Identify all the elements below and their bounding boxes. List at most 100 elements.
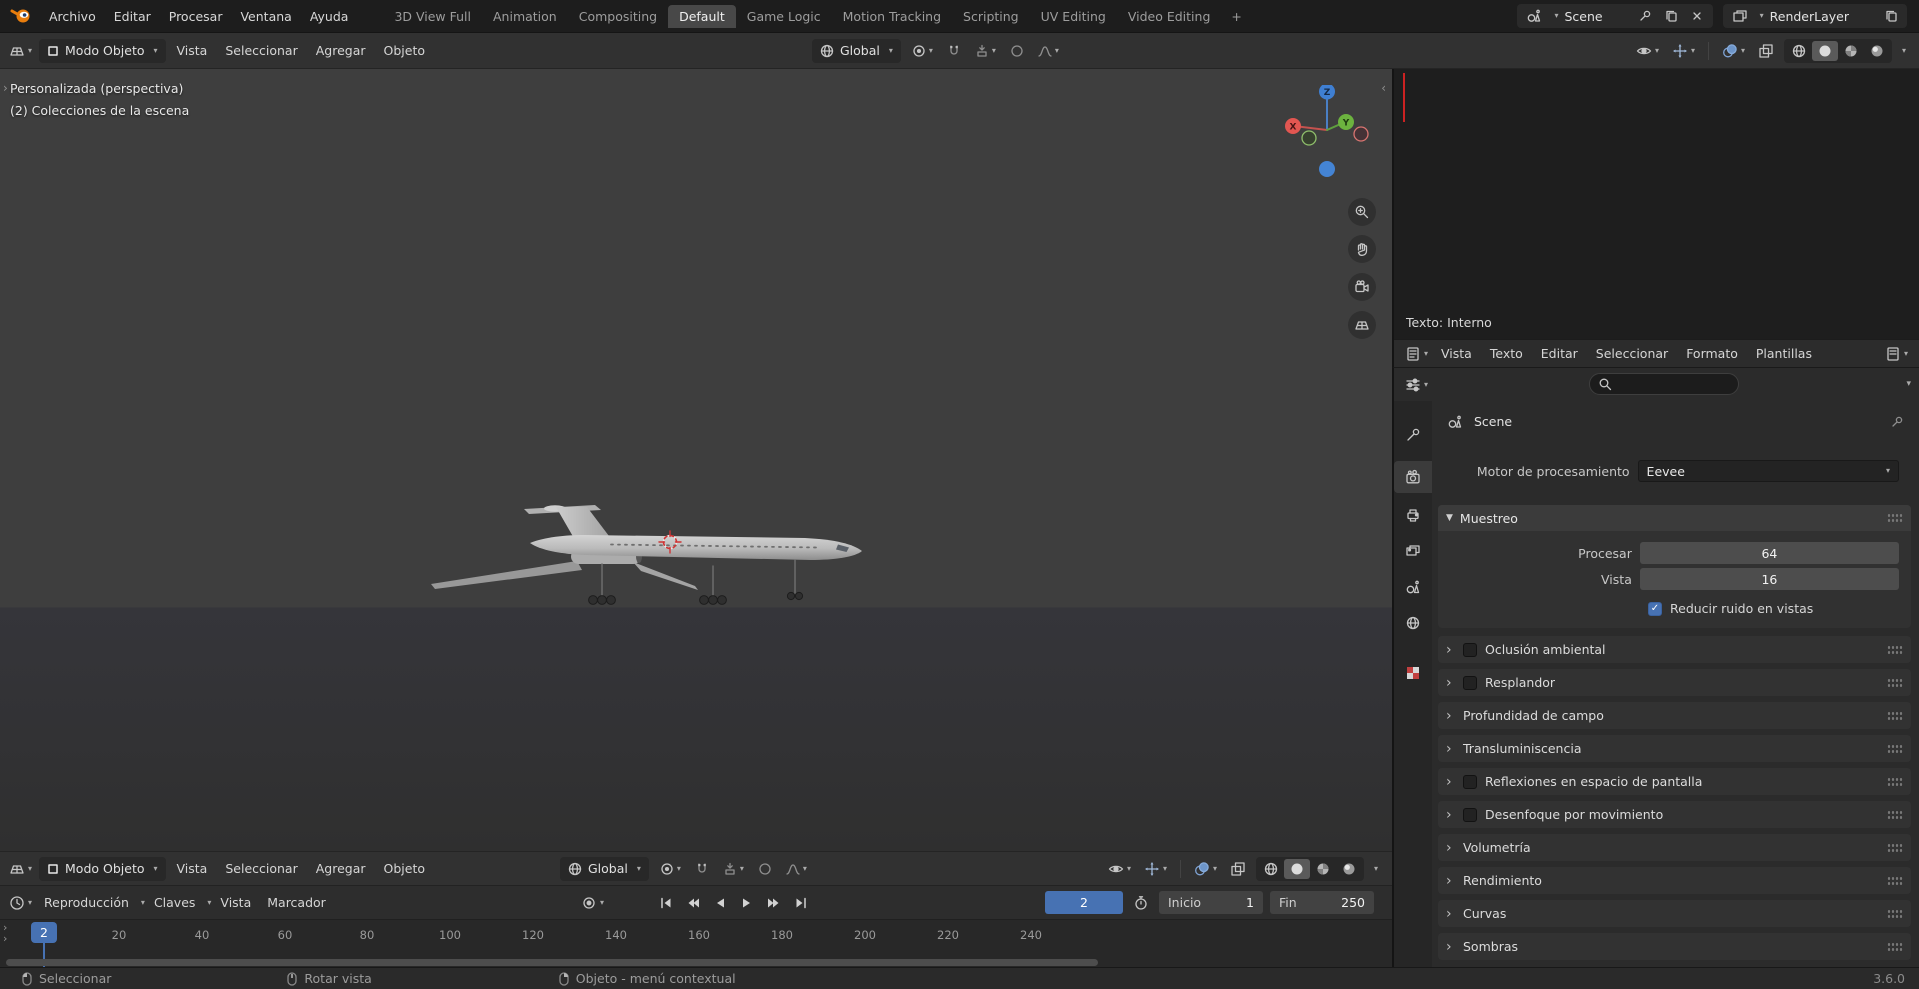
shading-wireframe-icon[interactable] [1258,859,1284,879]
panel-grip-icon[interactable] [1887,777,1903,787]
te-menu-seleccionar[interactable]: Seleccionar [1588,346,1676,361]
section-checkbox[interactable] [1463,676,1477,690]
breadcrumb-scene-name[interactable]: Scene [1474,414,1512,429]
section-subsurface[interactable]: › Transluminiscencia [1438,735,1911,762]
vp-menu-objeto[interactable]: Objeto [377,43,433,58]
snap-target-selector[interactable]: ▾ [720,862,747,876]
pivot-point-selector[interactable]: ▾ [657,862,684,876]
tab-motion-tracking[interactable]: Motion Tracking [832,5,952,28]
panel-grip-icon[interactable] [1887,942,1903,952]
playhead[interactable]: 2 [31,922,57,943]
tab-view-layer-icon[interactable] [1394,535,1432,567]
tl-menu-marcador[interactable]: Marcador [260,895,333,910]
new-scene-copy-icon[interactable] [1661,6,1681,26]
zoom-button[interactable] [1348,198,1376,226]
shading-material-icon[interactable] [1310,859,1336,879]
region-toggle-right-icon[interactable]: ‹ [1381,81,1386,95]
section-bloom[interactable]: › Resplandor [1438,669,1911,696]
snap-magnet-icon[interactable] [944,44,964,58]
overlays-selector[interactable]: ▾ [1191,861,1220,877]
tab-animation[interactable]: Animation [482,5,568,28]
panel-grip-icon[interactable] [1887,711,1903,721]
pan-hand-button[interactable] [1348,235,1376,263]
editor-type-3d-viewport-icon[interactable]: ▾ [6,861,35,877]
frame-start-field[interactable]: Inicio 1 [1159,891,1263,914]
te-menu-editar[interactable]: Editar [1533,346,1586,361]
te-menu-texto[interactable]: Texto [1482,346,1531,361]
tab-texture-icon[interactable] [1394,657,1432,689]
proportional-falloff-selector[interactable]: ▾ [1035,44,1062,58]
new-layer-copy-icon[interactable] [1881,6,1901,26]
section-performance[interactable]: › Rendimiento [1438,867,1911,894]
text-editor[interactable]: Texto: Interno ▾ Vista Texto Editar Sele… [1392,69,1919,367]
pivot-point-selector[interactable]: ▾ [909,44,936,58]
text-datablock-icon[interactable]: ▾ [1882,346,1911,362]
editor-type-3d-viewport-icon[interactable]: ▾ [6,43,35,59]
visibility-eye-selector[interactable]: ▾ [1105,861,1134,877]
frame-end-field[interactable]: Fin 250 [1270,891,1374,914]
navigation-gizmo[interactable]: Z X Y [1282,85,1378,181]
transform-orientation-selector[interactable]: Global ▾ [560,857,649,881]
transform-orientation-selector[interactable]: Global ▾ [812,39,901,63]
vp-menu-vista[interactable]: Vista [170,861,215,876]
timeline-scrollbar[interactable] [6,959,1098,966]
proportional-editing-icon[interactable] [1007,44,1027,58]
section-volumetrics[interactable]: › Volumetría [1438,834,1911,861]
tab-3d-view-full[interactable]: 3D View Full [383,5,482,28]
menu-archivo[interactable]: Archivo [40,9,105,24]
menu-ventana[interactable]: Ventana [231,9,300,24]
search-input[interactable] [1589,373,1739,395]
section-checkbox[interactable] [1463,775,1477,789]
xray-toggle-icon[interactable] [1755,43,1777,59]
panel-grip-icon[interactable] [1887,744,1903,754]
shading-rendered-icon[interactable] [1336,859,1362,879]
tab-game-logic[interactable]: Game Logic [736,5,832,28]
editor-type-timeline-icon[interactable]: ▾ [6,895,35,911]
orthographic-grid-button[interactable] [1348,311,1376,339]
pin-icon[interactable] [1635,6,1655,26]
tab-video-editing[interactable]: Video Editing [1117,5,1222,28]
menu-editar[interactable]: Editar [105,9,160,24]
tl-menu-vista[interactable]: Vista [213,895,258,910]
region-toggle-left-icon[interactable]: › [3,81,8,95]
3d-viewport[interactable]: Personalizada (perspectiva) (2) Coleccio… [0,69,1392,851]
add-workspace-button[interactable]: + [1221,5,1251,28]
tab-scripting[interactable]: Scripting [952,5,1030,28]
airplane-model[interactable] [415,494,885,629]
auto-keying-record-icon[interactable]: ▾ [578,895,607,911]
vp-menu-seleccionar[interactable]: Seleccionar [218,861,304,876]
menu-ayuda[interactable]: Ayuda [301,9,358,24]
play-reverse-button[interactable] [707,892,732,914]
editor-type-text-icon[interactable]: ▾ [1402,346,1431,362]
panel-grip-icon[interactable] [1887,843,1903,853]
te-menu-formato[interactable]: Formato [1678,346,1746,361]
vp-menu-objeto[interactable]: Objeto [377,861,433,876]
scene-browse-icon[interactable] [1523,8,1545,24]
timeline-ruler[interactable]: ›› 20 40 60 80 100 120 140 160 180 200 2… [0,919,1392,967]
shading-wireframe-icon[interactable] [1786,41,1812,61]
vp-menu-agregar[interactable]: Agregar [309,43,373,58]
tab-default[interactable]: Default [668,5,736,28]
jump-to-start-button[interactable] [653,892,678,914]
tab-scene-icon[interactable] [1394,571,1432,603]
shading-options-chevron[interactable]: ▾ [1374,865,1378,873]
vp-menu-agregar[interactable]: Agregar [309,861,373,876]
filter-options-chevron[interactable]: ▾ [1906,380,1911,389]
shading-material-icon[interactable] [1838,41,1864,61]
panel-grip-icon[interactable] [1887,909,1903,919]
tab-uv-editing[interactable]: UV Editing [1030,5,1117,28]
section-depth-of-field[interactable]: › Profundidad de campo [1438,702,1911,729]
shading-solid-icon[interactable] [1284,859,1310,879]
blender-logo-icon[interactable] [0,7,40,25]
visibility-eye-selector[interactable]: ▾ [1633,43,1662,59]
section-ambient-occlusion[interactable]: › Oclusión ambiental [1438,636,1911,663]
shading-options-chevron[interactable]: ▾ [1902,47,1906,55]
section-screen-space-reflections[interactable]: › Reflexiones en espacio de pantalla [1438,768,1911,795]
render-layer-name[interactable]: RenderLayer [1770,9,1875,24]
overlays-selector[interactable]: ▾ [1719,43,1748,59]
shading-solid-icon[interactable] [1812,41,1838,61]
panel-grip-icon[interactable] [1887,810,1903,820]
tl-menu-reproduccion[interactable]: Reproducción [37,895,136,910]
tab-tool-icon[interactable] [1394,419,1432,451]
previous-keyframe-button[interactable] [680,892,705,914]
